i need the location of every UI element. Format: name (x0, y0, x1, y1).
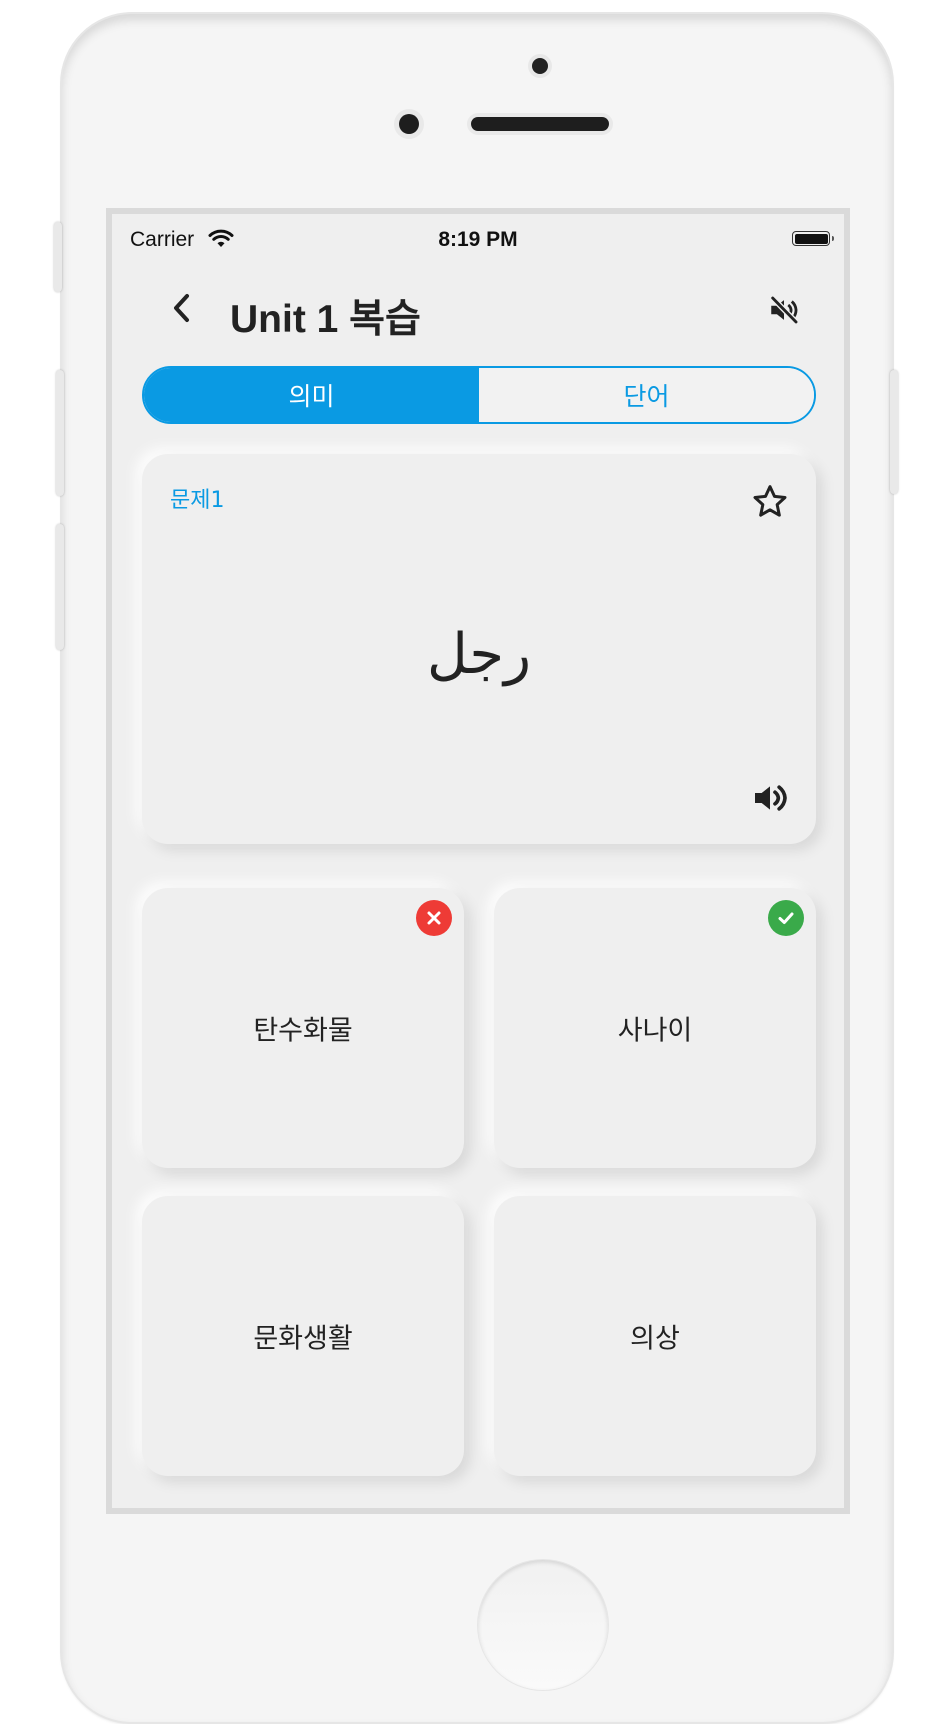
question-number: 문제1 (170, 488, 225, 513)
question-word: رجل (426, 622, 532, 687)
star-outline-icon (753, 485, 787, 517)
answer-option-4[interactable]: 의상 (494, 1196, 816, 1476)
mute-toggle-button[interactable] (764, 290, 804, 330)
speaker-icon (755, 785, 787, 811)
earpiece-speaker (471, 117, 609, 131)
app-header: Unit 1 복습 (112, 274, 844, 344)
home-button[interactable] (478, 1560, 608, 1690)
page-title: Unit 1 복습 (230, 298, 421, 341)
tab-meaning[interactable]: 의미 (144, 368, 479, 422)
option-label: 사나이 (617, 1015, 693, 1047)
correct-badge (768, 900, 804, 936)
power-button (890, 370, 898, 494)
proximity-sensor (399, 114, 419, 134)
front-camera (532, 58, 548, 74)
volume-down-button (56, 524, 64, 650)
question-card: 문제1 رجل (142, 454, 816, 844)
app-screen: Carrier 8:19 PM Unit 1 복습 의미 단어 문제1 رجل … (106, 208, 850, 1514)
silent-switch (54, 222, 62, 292)
answer-option-1[interactable]: 탄수화물 (142, 888, 464, 1168)
option-label: 의상 (630, 1323, 680, 1355)
wrong-badge (416, 900, 452, 936)
check-icon (778, 912, 794, 924)
option-label: 문화생활 (253, 1323, 353, 1355)
answer-option-3[interactable]: 문화생활 (142, 1196, 464, 1476)
status-bar: Carrier 8:19 PM (112, 214, 844, 258)
clock: 8:19 PM (438, 228, 518, 251)
tab-word[interactable]: 단어 (479, 368, 814, 422)
option-label: 탄수화물 (253, 1015, 353, 1047)
battery-icon (792, 231, 834, 246)
bookmark-button[interactable] (750, 482, 790, 522)
answer-option-2[interactable]: 사나이 (494, 888, 816, 1168)
back-chevron-icon (174, 294, 189, 322)
play-audio-button[interactable] (750, 778, 790, 818)
volume-up-button (56, 370, 64, 496)
close-icon (427, 911, 441, 925)
mode-segmented-control: 의미 단어 (142, 366, 816, 424)
back-button[interactable] (164, 290, 200, 326)
speaker-mute-icon (769, 295, 799, 325)
